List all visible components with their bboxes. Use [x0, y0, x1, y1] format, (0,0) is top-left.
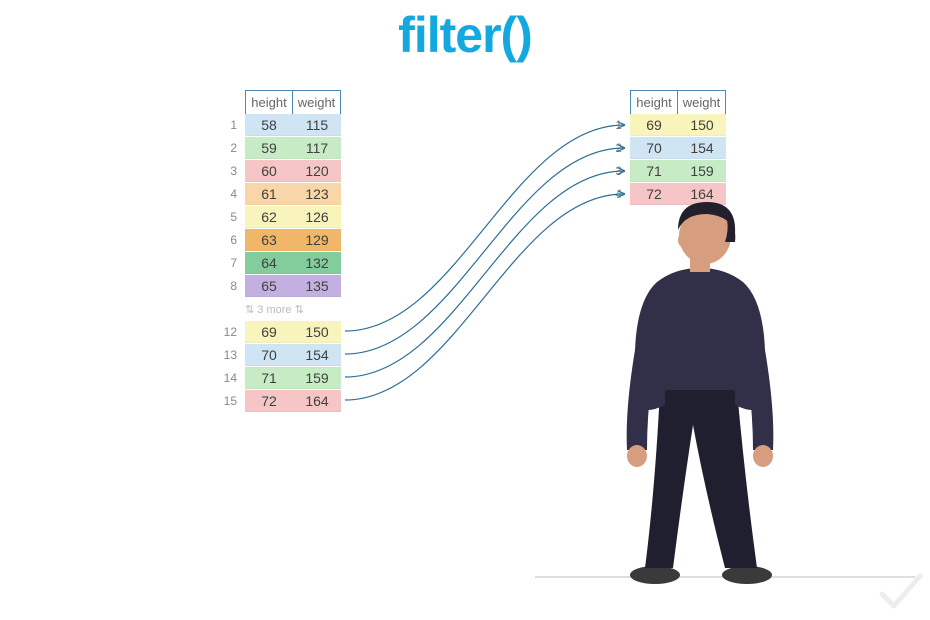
- cell-height: 62: [245, 206, 293, 228]
- page-title: filter(): [398, 6, 532, 64]
- cell-height: 70: [245, 344, 293, 366]
- table-row: 865135: [215, 275, 341, 297]
- row-number: 6: [215, 233, 245, 247]
- cell-height: 61: [245, 183, 293, 205]
- cell-weight: 129: [293, 229, 341, 251]
- cell-weight: 135: [293, 275, 341, 297]
- cell-height: 70: [630, 137, 678, 159]
- cell-weight: 164: [293, 390, 341, 412]
- cell-weight: 132: [293, 252, 341, 274]
- table-row: 663129: [215, 229, 341, 251]
- col-header-weight: weight: [293, 90, 341, 114]
- cell-weight: 154: [293, 344, 341, 366]
- cell-height: 69: [630, 114, 678, 136]
- table-row: 461123: [215, 183, 341, 205]
- person-figure: [565, 190, 825, 590]
- table-row: 371159: [600, 160, 726, 182]
- row-number: 5: [215, 210, 245, 224]
- row-number: 1: [600, 118, 630, 132]
- result-table: height weight 169150270154371159472164: [600, 90, 726, 206]
- row-number: 7: [215, 256, 245, 270]
- cell-weight: 159: [293, 367, 341, 389]
- cell-height: 71: [630, 160, 678, 182]
- collapsed-rows-note: ⇅ 3 more ⇅: [245, 300, 341, 318]
- row-number: 14: [215, 371, 245, 385]
- cell-height: 65: [245, 275, 293, 297]
- table-row: 360120: [215, 160, 341, 182]
- col-header-height: height: [245, 90, 293, 114]
- row-number: 15: [215, 394, 245, 408]
- col-header-height: height: [630, 90, 678, 114]
- table-row: 259117: [215, 137, 341, 159]
- table-row: 158115: [215, 114, 341, 136]
- cell-height: 63: [245, 229, 293, 251]
- cell-height: 69: [245, 321, 293, 343]
- row-number: 13: [215, 348, 245, 362]
- cell-height: 64: [245, 252, 293, 274]
- cell-height: 72: [245, 390, 293, 412]
- cell-height: 59: [245, 137, 293, 159]
- cell-weight: 150: [678, 114, 726, 136]
- row-number: 4: [215, 187, 245, 201]
- cell-weight: 115: [293, 114, 341, 136]
- row-number: 2: [215, 141, 245, 155]
- table-row: 764132: [215, 252, 341, 274]
- row-number: 8: [215, 279, 245, 293]
- row-number: 2: [600, 141, 630, 155]
- row-number: 12: [215, 325, 245, 339]
- table-row: 562126: [215, 206, 341, 228]
- cell-weight: 159: [678, 160, 726, 182]
- table-row: 270154: [600, 137, 726, 159]
- row-number: 1: [215, 118, 245, 132]
- row-number: 3: [215, 164, 245, 178]
- cell-weight: 123: [293, 183, 341, 205]
- cell-weight: 150: [293, 321, 341, 343]
- table-row: 1269150: [215, 321, 341, 343]
- col-header-weight: weight: [678, 90, 726, 114]
- table-row: 1370154: [215, 344, 341, 366]
- cell-weight: 154: [678, 137, 726, 159]
- cell-height: 71: [245, 367, 293, 389]
- watermark-check-icon: [876, 566, 924, 614]
- cell-weight: 126: [293, 206, 341, 228]
- table-row: 1572164: [215, 390, 341, 412]
- table-row: 1471159: [215, 367, 341, 389]
- cell-weight: 117: [293, 137, 341, 159]
- cell-height: 60: [245, 160, 293, 182]
- cell-height: 58: [245, 114, 293, 136]
- table-row: 169150: [600, 114, 726, 136]
- row-number: 3: [600, 164, 630, 178]
- source-table: height weight 15811525911736012046112356…: [215, 90, 341, 413]
- cell-weight: 120: [293, 160, 341, 182]
